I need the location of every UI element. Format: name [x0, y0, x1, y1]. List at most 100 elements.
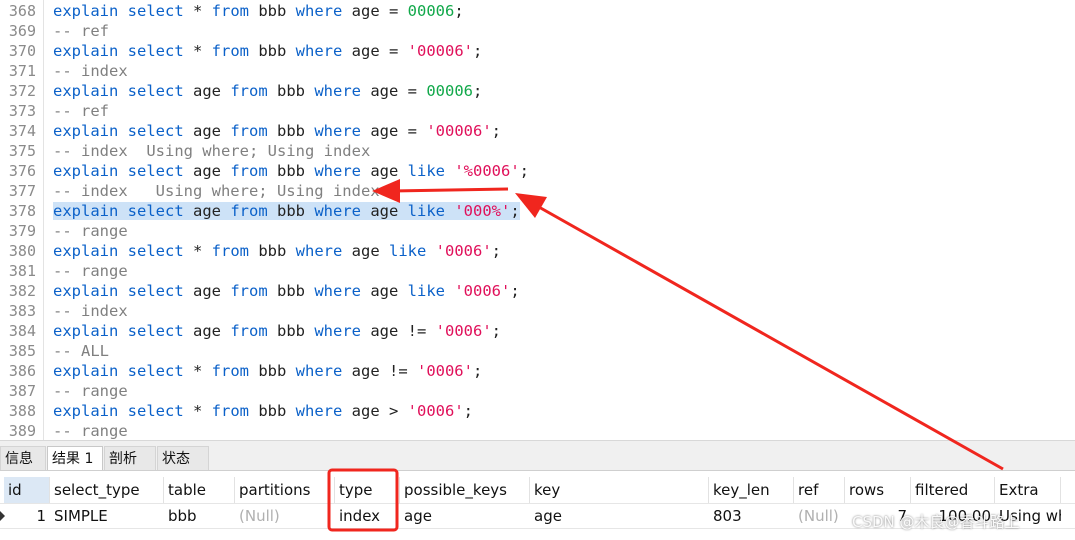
code-text: explain select age from bbb where age = …: [53, 81, 482, 101]
cell-partitions[interactable]: (Null): [235, 504, 335, 528]
result-tabs: 信息 结果 1 剖析 状态: [0, 440, 1075, 471]
code-token: bbb: [248, 2, 296, 20]
code-token: '0006': [454, 282, 511, 300]
code-line[interactable]: 380 explain select * from bbb where age l…: [0, 240, 1075, 260]
cell-key-len[interactable]: 803: [709, 504, 794, 528]
code-token: bbb: [248, 242, 296, 260]
code-line[interactable]: 377 -- index Using where; Using index: [0, 180, 1075, 200]
code-token: age: [361, 202, 408, 220]
cell-type[interactable]: index: [335, 504, 400, 528]
line-number: 388: [8, 402, 36, 420]
column-header-table[interactable]: table: [164, 477, 235, 503]
code-token: explain select: [53, 202, 184, 220]
code-token: from: [211, 2, 249, 20]
line-number: 369: [8, 22, 36, 40]
cell-select-type[interactable]: SIMPLE: [50, 504, 164, 528]
sql-editor[interactable]: 368 explain select * from bbb where age =…: [0, 0, 1075, 440]
cell-table[interactable]: bbb: [164, 504, 235, 528]
column-header-filtered[interactable]: filtered: [911, 477, 995, 503]
code-token: from: [211, 242, 249, 260]
code-line[interactable]: 382 explain select age from bbb where age…: [0, 280, 1075, 300]
code-line[interactable]: 375 -- index Using where; Using index: [0, 140, 1075, 160]
column-header-key[interactable]: key: [530, 477, 709, 503]
cell-possible-keys[interactable]: age: [400, 504, 530, 528]
column-header-extra[interactable]: Extra: [995, 477, 1061, 503]
tab-profile[interactable]: 剖析: [104, 446, 156, 471]
code-line[interactable]: 385 -- ALL: [0, 340, 1075, 360]
cell-ref[interactable]: (Null): [794, 504, 845, 528]
code-line[interactable]: 376 explain select age from bbb where age…: [0, 160, 1075, 180]
code-text: explain select age from bbb where age li…: [53, 281, 520, 301]
column-header-select-type[interactable]: select_type: [50, 477, 164, 503]
code-token: bbb: [267, 162, 315, 180]
cell-id[interactable]: 1: [4, 504, 50, 528]
code-token: *: [183, 402, 212, 420]
code-line[interactable]: 388 explain select * from bbb where age >…: [0, 400, 1075, 420]
code-text: explain select age from bbb where age = …: [53, 121, 501, 141]
code-token: ;: [491, 242, 502, 260]
code-text: explain select age from bbb where age !=…: [53, 321, 501, 341]
code-token: from: [230, 202, 268, 220]
code-line[interactable]: 371 -- index: [0, 60, 1075, 80]
code-text: -- ref: [53, 101, 109, 121]
code-token: where: [295, 42, 343, 60]
code-token: where: [314, 202, 361, 220]
code-text: explain select age from bbb where age li…: [53, 201, 520, 221]
line-number: 377: [8, 182, 36, 200]
code-token: age: [183, 122, 231, 140]
code-token: age: [342, 242, 389, 260]
cell-key[interactable]: age: [530, 504, 709, 528]
code-token: -- range: [53, 262, 128, 280]
tab-info[interactable]: 信息: [0, 446, 46, 471]
code-line[interactable]: 372 explain select age from bbb where age…: [0, 80, 1075, 100]
code-line[interactable]: 381 -- range: [0, 260, 1075, 280]
code-token: from: [230, 322, 268, 340]
tab-result-1[interactable]: 结果 1: [47, 446, 103, 471]
code-token: bbb: [248, 402, 296, 420]
code-token: bbb: [267, 282, 315, 300]
code-line[interactable]: 387 -- range: [0, 380, 1075, 400]
code-token: age !=: [361, 322, 436, 340]
code-token: *: [183, 2, 212, 20]
code-token: ;: [491, 322, 501, 340]
code-line[interactable]: 370 explain select * from bbb where age =…: [0, 40, 1075, 60]
code-token: where: [314, 122, 361, 140]
code-text: -- range: [53, 381, 128, 401]
code-line[interactable]: 379 -- range: [0, 220, 1075, 240]
code-token: -- ref: [53, 22, 109, 40]
code-token: -- range: [53, 382, 128, 400]
code-token: 00006: [426, 82, 473, 100]
code-text: explain select * from bbb where age > '0…: [53, 401, 473, 421]
watermark: CSDN @木良@香斗路上: [852, 513, 1020, 531]
code-text: explain select age from bbb where age li…: [53, 161, 529, 181]
column-header-ref[interactable]: ref: [794, 477, 845, 503]
column-header-key-len[interactable]: key_len: [709, 477, 794, 503]
code-line[interactable]: 386 explain select * from bbb where age !…: [0, 360, 1075, 380]
tab-status[interactable]: 状态: [157, 446, 209, 471]
line-number: 370: [8, 42, 36, 60]
code-line[interactable]: 383 -- index: [0, 300, 1075, 320]
code-token: where: [314, 162, 361, 180]
code-line[interactable]: 373 -- ref: [0, 100, 1075, 120]
code-line[interactable]: 384 explain select age from bbb where age…: [0, 320, 1075, 340]
code-token: -- index Using where; Using index: [53, 182, 380, 200]
code-line[interactable]: 369 -- ref: [0, 20, 1075, 40]
code-line[interactable]: 374 explain select age from bbb where age…: [0, 120, 1075, 140]
code-text: explain select * from bbb where age = '0…: [53, 41, 482, 61]
column-header-type[interactable]: type: [335, 477, 400, 503]
code-line[interactable]: 368 explain select * from bbb where age =…: [0, 0, 1075, 20]
line-number: 383: [8, 302, 36, 320]
code-token: explain select: [53, 362, 184, 380]
column-header-id[interactable]: id: [4, 477, 50, 503]
code-token: ;: [510, 282, 520, 300]
code-token: -- ALL: [53, 342, 109, 360]
code-token: '%0006': [454, 162, 520, 180]
code-token: ;: [519, 162, 530, 180]
column-header-rows[interactable]: rows: [845, 477, 911, 503]
column-header-possible-keys[interactable]: possible_keys: [400, 477, 530, 503]
column-header-partitions[interactable]: partitions: [235, 477, 335, 503]
code-text: -- ref: [53, 21, 109, 41]
code-line[interactable]: 378 explain select age from bbb where age…: [0, 200, 1075, 220]
code-token: age: [183, 202, 231, 220]
code-line[interactable]: 389 -- range: [0, 420, 1075, 440]
